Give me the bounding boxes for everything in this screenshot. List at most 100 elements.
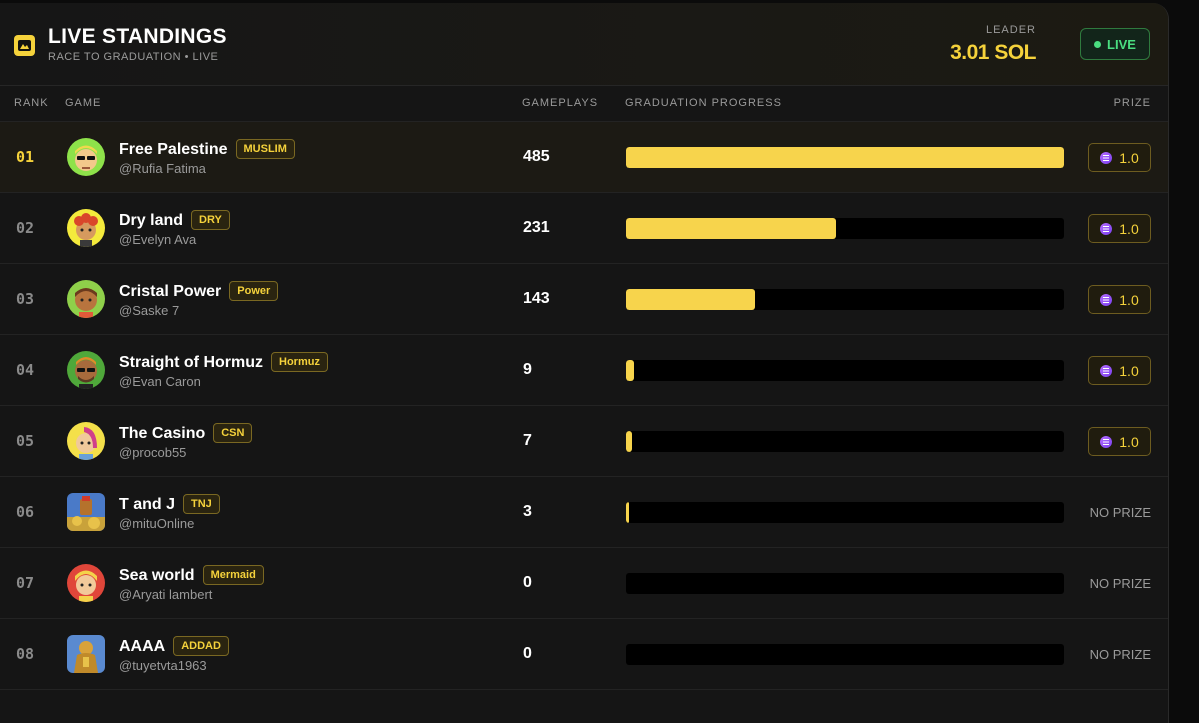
progress-fill [626,360,634,381]
table-row[interactable]: 08 AAAA ADDAD @tuyetvta1963 0 NO PRIZE [0,619,1168,690]
prize-badge: 1.0 [1088,214,1151,243]
rank-number: 05 [16,432,35,450]
standings-list: 01 Free Palestine MUSLIM @Rufia Fatima 48… [0,122,1168,690]
live-dot-icon [1094,40,1102,48]
game-name[interactable]: Sea world Mermaid [119,565,264,585]
live-button[interactable]: LIVE [1080,28,1150,60]
table-row[interactable]: 02 Dry land DRY @Evelyn Ava 231 1.0 [0,193,1168,264]
graduation-progress-bar [626,218,1064,239]
table-row[interactable]: 01 Free Palestine MUSLIM @Rufia Fatima 48… [0,122,1168,193]
prize-value: 1.0 [1119,291,1139,308]
standings-header: LIVE STANDINGS RACE TO GRADUATION • LIVE… [0,3,1168,86]
no-prize-label: NO PRIZE [1089,505,1151,520]
creator-handle[interactable]: @Rufia Fatima [119,161,206,176]
sunglasses-beard-avatar-icon [67,351,105,389]
column-headers: RANK GAME GAMEPLAYS GRADUATION PROGRESS … [0,86,1168,122]
graduation-progress-bar [626,573,1064,594]
creator-handle[interactable]: @Evan Caron [119,374,201,389]
prize-badge: 1.0 [1088,285,1151,314]
game-name[interactable]: Cristal Power Power [119,281,279,301]
graduation-progress-bar [626,644,1064,665]
gameplays-count: 9 [523,361,532,378]
table-row[interactable]: 06 T and J TNJ @mituOnline 3 NO PRIZE [0,477,1168,548]
ticker-badge: MUSLIM [235,139,295,159]
game-name[interactable]: Straight of Hormuz Hormuz [119,352,328,372]
game-name-text: Straight of Hormuz [119,354,263,371]
graduation-progress-bar [626,431,1064,452]
progress-fill [626,289,756,310]
prize-value: 1.0 [1119,433,1139,450]
gameplays-count: 0 [523,574,532,591]
progress-fill [626,147,1064,168]
rank-number: 04 [16,361,35,379]
game-name-text: AAAA [119,638,166,655]
graduation-progress-bar [626,360,1064,381]
game-name[interactable]: AAAA ADDAD [119,636,229,656]
curly-hair-avatar-icon [67,209,105,247]
progress-fill [626,431,633,452]
gameplays-count: 485 [523,148,550,165]
rank-column-header: RANK [14,97,49,109]
table-row[interactable]: 07 Sea world Mermaid @Aryati lambert 0 NO… [0,548,1168,619]
ticker-badge: TNJ [183,494,220,514]
rank-number: 02 [16,219,35,237]
game-name[interactable]: The Casino CSN [119,423,253,443]
table-row[interactable]: 03 Cristal Power Power @Saske 7 143 1.0 [0,264,1168,335]
creator-handle[interactable]: @Saske 7 [119,303,179,318]
solana-icon [1100,222,1113,235]
creator-handle[interactable]: @Aryati lambert [119,587,212,602]
game-name-text: T and J [119,496,176,513]
game-column-header: GAME [65,97,102,109]
gameplays-count: 143 [523,290,550,307]
prize-value: 1.0 [1119,149,1139,166]
game-name[interactable]: Free Palestine MUSLIM [119,139,295,159]
blonde-avatar-icon [67,564,105,602]
page-subtitle: RACE TO GRADUATION • LIVE [48,51,219,63]
gameplays-column-header: GAMEPLAYS [522,97,599,109]
creator-handle[interactable]: @mituOnline [119,516,194,531]
game-name-text: Free Palestine [119,141,228,158]
progress-fill [626,502,629,523]
game-name[interactable]: Dry land DRY [119,210,230,230]
live-label: LIVE [1107,36,1136,52]
leader-label: LEADER [985,24,1036,36]
gameplays-count: 0 [523,645,532,662]
game-name-text: The Casino [119,425,206,442]
game-name-text: Dry land [119,212,184,229]
page-title: LIVE STANDINGS [48,25,227,48]
table-row[interactable]: 04 Straight of Hormuz Hormuz @Evan Caron … [0,335,1168,406]
rank-number: 01 [16,148,35,166]
no-prize-label: NO PRIZE [1089,647,1151,662]
graduation-progress-bar [626,147,1064,168]
rank-number: 08 [16,645,35,663]
prize-badge: 1.0 [1088,143,1151,172]
creator-handle[interactable]: @Evelyn Ava [119,232,196,247]
ticker-badge: DRY [191,210,230,230]
no-prize-label: NO PRIZE [1089,576,1151,591]
solana-icon [1100,151,1113,164]
ticker-badge: ADDAD [173,636,229,656]
prize-badge: 1.0 [1088,427,1151,456]
gold-treasure-image-icon [67,493,105,531]
game-name-text: Cristal Power [119,283,222,300]
ticker-badge: Power [229,281,279,301]
progress-fill [626,218,837,239]
brown-avatar-icon [67,280,105,318]
game-name[interactable]: T and J TNJ [119,494,220,514]
ticker-badge: Mermaid [202,565,264,585]
prize-value: 1.0 [1119,362,1139,379]
sunglasses-avatar-icon [67,138,105,176]
prize-column-header: PRIZE [1113,97,1151,109]
game-name-text: Sea world [119,567,195,584]
rank-number: 07 [16,574,35,592]
solana-icon [1100,293,1113,306]
table-row[interactable]: 05 The Casino CSN @procob55 7 1.0 [0,406,1168,477]
creator-handle[interactable]: @tuyetvta1963 [119,658,207,673]
game-controller-icon [14,35,35,56]
rank-number: 03 [16,290,35,308]
leader-value: 3.01 SOL [950,41,1036,64]
graduation-progress-bar [626,289,1064,310]
rank-number: 06 [16,503,35,521]
gold-warrior-image-icon [67,635,105,673]
creator-handle[interactable]: @procob55 [119,445,186,460]
